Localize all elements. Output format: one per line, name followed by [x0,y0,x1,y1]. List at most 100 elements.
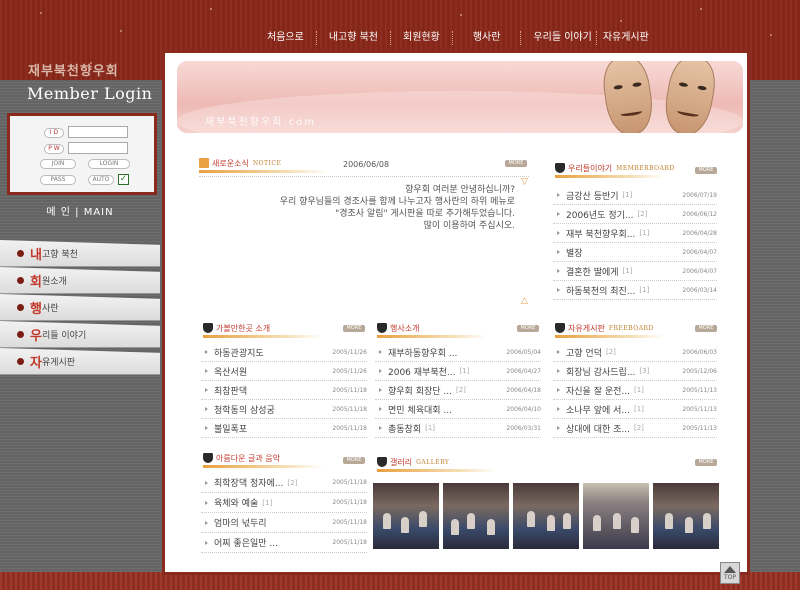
side-item-stories[interactable]: 우 리들 이야기 [0,321,160,348]
list-item[interactable]: 하동북천의 최진... [1] 2006/03/14 [553,281,717,300]
item-date: 2005/11/18 [332,386,367,394]
events-list: 재부하동향우회 ... 2006/05/04 2006 재부북천... [1] 200… [375,343,541,438]
events-title: 행사소개 [390,323,420,333]
list-item[interactable]: 금강산 등반기 [1] 2006/07/19 [553,186,717,205]
side-item-initial: 우 [30,328,42,344]
gallery-photo[interactable] [653,483,719,549]
gallery-photo[interactable] [583,483,649,549]
side-item-initial: 내 [30,247,42,263]
scroll-top-button[interactable]: TOP [720,562,740,584]
side-item-freeboard[interactable]: 자 유게시판 [0,348,160,375]
comment-count: [1] [639,286,650,294]
side-item-initial: 회 [30,274,42,290]
arrow-bullet-icon [557,388,560,392]
notice-title: 새로운소식 [212,158,249,168]
gallery-underline [377,469,497,472]
notice-title-en: NOTICE [252,159,282,167]
comment-count: [1] [622,267,633,275]
events-heading: 행사소개 [377,321,419,335]
arrow-bullet-icon [557,369,560,373]
list-item[interactable]: 옥산서원 2005/11/26 [201,362,367,381]
list-item[interactable]: 불일폭포 2005/11/18 [201,419,367,438]
gallery-more-button[interactable]: MORE [695,459,717,466]
list-item[interactable]: 회장님 감사드립... [3] 2005/12/06 [553,362,717,381]
events-more-button[interactable]: MORE [517,325,539,332]
gallery-photo[interactable] [373,483,439,549]
memberboard-more-button[interactable]: MORE [695,167,717,174]
events-underline [377,335,487,338]
auto-login-checkbox[interactable]: ✓ [118,174,129,185]
item-title: 자신을 잘 운전... [566,386,630,397]
arrow-bullet-icon [557,269,560,273]
list-item[interactable]: 고향 언덕 [2] 2006/06/03 [553,343,717,362]
list-item[interactable]: 자신을 잘 운전... [1] 2005/11/13 [553,381,717,400]
item-date: 2006/04/10 [506,405,541,413]
nav-freeboard[interactable]: 자유게시판 [597,28,655,48]
intro-underline [203,335,323,338]
side-item-label: 리들 이야기 [41,330,87,341]
pw-input[interactable] [68,142,128,154]
item-date: 2005/12/06 [682,367,717,375]
scroll-down-icon[interactable]: △ [521,296,528,306]
list-item[interactable]: 재부하동향우회 ... 2006/05/04 [375,343,541,362]
intro-more-button[interactable]: MORE [343,325,365,332]
site-logo[interactable]: 재부북천향우회 [28,60,119,79]
list-item[interactable]: 소나무 앞에 서... [1] 2005/11/13 [553,400,717,419]
pw-label: P W [44,144,64,154]
main-link[interactable]: 메 인 | MAIN [0,203,160,218]
join-button[interactable]: JOIN [40,159,76,169]
list-item[interactable]: 향우회 회장단 ... [2] 2006/04/18 [375,381,541,400]
list-item[interactable]: 별장 2006/04/07 [553,243,717,262]
arrow-bullet-icon [379,369,382,373]
nav-stories[interactable]: 우리들 이야기 [521,28,595,48]
list-item[interactable]: 재부 북천향우회... [1] 2006/04/28 [553,224,717,243]
list-item[interactable]: 2006 재부북천... [1] 2006/04/27 [375,362,541,381]
gallery-photo[interactable] [443,483,509,549]
arrow-bullet-icon [205,540,208,545]
gallery-heading: 갤러리 GALLERY [377,455,449,469]
list-item[interactable]: 최참판댁 2005/11/18 [201,381,367,400]
nav-members[interactable]: 회원현황 [391,28,452,48]
list-item[interactable]: 엄마의 넋두리 2005/11/18 [201,513,367,533]
arrow-bullet-icon [557,426,560,430]
arrow-bullet-icon [205,426,208,430]
list-item[interactable]: 청학동의 삼성궁 2005/11/18 [201,400,367,419]
list-item[interactable]: 어찌 좋은일만 ... 2005/11/18 [201,533,367,553]
list-item[interactable]: 면민 체육대회 ... 2006/04/10 [375,400,541,419]
item-title: 최학장댁 정자에... [214,479,284,489]
nav-hometown[interactable]: 내고향 북천 [317,28,390,48]
login-button[interactable]: LOGIN [88,159,130,169]
person-icon [555,323,565,333]
member-login-title: Member Login [27,84,153,103]
arrow-bullet-icon [557,407,560,411]
scroll-up-icon[interactable]: ▽ [521,177,528,187]
comment-count: [2] [287,478,298,487]
arrow-bullet-icon [205,350,208,354]
list-item[interactable]: 상대에 대한 조... [2] 2005/11/13 [553,419,717,438]
nav-events[interactable]: 행사란 [453,28,521,48]
arrow-bullet-icon [205,520,208,525]
gallery-photo[interactable] [513,483,579,549]
list-item[interactable]: 최학장댁 정자에... [2] 2005/11/18 [201,473,367,493]
side-item-events[interactable]: 행 사란 [0,294,160,321]
pass-button[interactable]: PASS [40,175,76,185]
item-title: 재부 북천향우회... [566,229,636,240]
writings-more-button[interactable]: MORE [343,457,365,464]
item-title: 2006년도 정기... [566,210,634,221]
arrow-bullet-icon [557,193,560,197]
list-item[interactable]: 2006년도 정기... [2] 2006/06/12 [553,205,717,224]
nav-home[interactable]: 처음으로 [255,28,316,48]
side-item-hometown[interactable]: 내 고향 북천 [0,240,160,267]
list-item[interactable]: 총동창회 [1] 2006/03/31 [375,419,541,438]
notice-line: "경조사 알림" 게시판을 따로 추가해두었습니다. [335,209,515,219]
notice-line: 우리 향우님들의 경조사를 함께 나누고자 행사란의 하위 메뉴로 [279,197,515,207]
list-item[interactable]: 육체와 예술 [1] 2005/11/18 [201,493,367,513]
side-item-members[interactable]: 회 원소개 [0,267,160,294]
notice-more-button[interactable]: MORE [505,160,527,167]
freeboard-more-button[interactable]: MORE [695,325,717,332]
list-item[interactable]: 결혼한 딸에게 [1] 2006/04/07 [553,262,717,281]
item-date: 2005/11/26 [332,348,367,356]
memberboard-underline [555,175,665,178]
id-input[interactable] [68,126,128,138]
list-item[interactable]: 하동관광지도 2005/11/26 [201,343,367,362]
